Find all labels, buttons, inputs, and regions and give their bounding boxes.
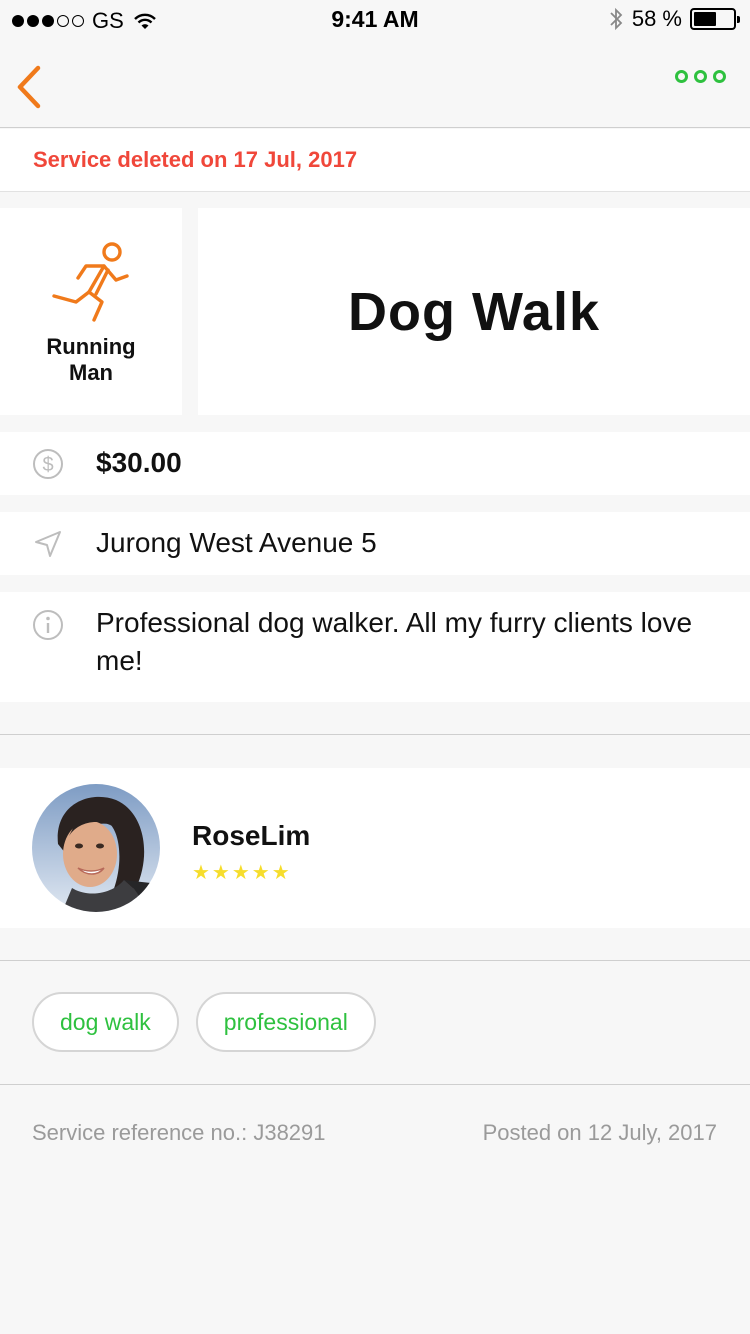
category-label: Running Man [46,334,136,385]
avatar-image [32,784,160,912]
service-detail-screen: GS 9:41 AM 58 % Service deleted on 17 Ju… [0,0,750,1334]
battery-icon [690,8,740,30]
service-deleted-banner: Service deleted on 17 Jul, 2017 [0,129,750,192]
price-row: $ $30.00 [0,432,750,495]
tag-list: dog walk professional [32,992,376,1052]
provider-card[interactable]: RoseLim ★★★★★ [0,768,750,928]
battery-fill [694,12,717,26]
location-arrow-icon [35,531,61,557]
tag-dog-walk[interactable]: dog walk [32,992,179,1052]
section-divider [0,960,750,961]
posted-date: Posted on 12 July, 2017 [482,1120,717,1145]
bluetooth-icon [610,7,623,31]
dollar-circle-icon: $ [33,449,63,479]
navigation-bar [0,40,750,128]
price-value: $30.00 [96,447,182,478]
category-card: Running Man [0,208,182,415]
description-text: Professional dog walker. All my furry cl… [96,607,693,676]
chevron-left-icon [17,65,41,109]
running-man-icon [52,242,129,322]
title-card: Dog Walk [198,208,750,415]
avatar[interactable] [32,784,160,912]
tag-professional[interactable]: professional [195,992,376,1052]
status-bar: GS 9:41 AM 58 % [0,0,750,40]
battery-percent: 58 % [631,6,682,31]
section-divider [0,734,750,735]
deleted-notice-text: Service deleted on 17 Jul, 2017 [33,147,358,172]
more-options-button[interactable] [675,70,726,83]
rating-stars: ★★★★★ [192,862,292,884]
status-bar-right: 58 % [608,6,740,32]
location-row[interactable]: Jurong West Avenue 5 [0,512,750,575]
svg-text:$: $ [42,454,53,476]
service-reference: Service reference no.: J38291 [32,1120,326,1145]
provider-name[interactable]: RoseLim [192,820,310,852]
location-value: Jurong West Avenue 5 [96,527,377,558]
description-row: Professional dog walker. All my furry cl… [0,592,750,702]
section-divider [0,1084,750,1085]
info-circle-icon [33,610,63,640]
service-title: Dog Walk [347,281,600,342]
more-dots-icon [675,70,688,83]
back-button[interactable] [10,60,54,110]
